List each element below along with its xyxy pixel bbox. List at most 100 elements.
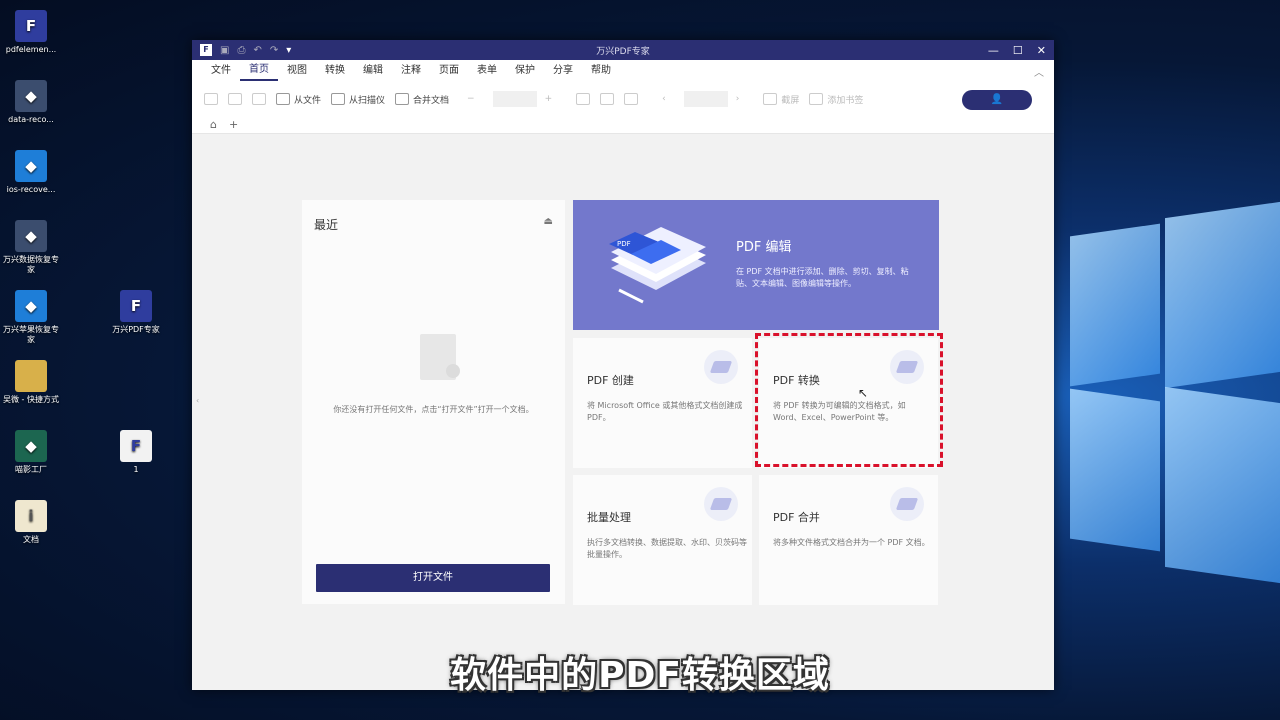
cursor-icon [204, 93, 218, 105]
menu-file[interactable]: 文件 [202, 60, 240, 82]
desktop-icon-label: 万兴苹果恢复专家 [3, 325, 59, 344]
menu-home[interactable]: 首页 [240, 61, 278, 81]
pdf-stack-illustration-icon: PDF [609, 227, 706, 304]
wondershare-data-recovery-icon: ◆ [15, 220, 47, 252]
pdf-create-title: PDF 创建 [587, 374, 634, 387]
pdf-create-desc: 将 Microsoft Office 或其他格式文档创建成 PDF。 [587, 401, 743, 422]
undo-icon[interactable]: ↶ [253, 45, 261, 56]
desktop-icon-label: pdfelemen... [5, 45, 57, 54]
svg-text:PDF: PDF [617, 240, 631, 248]
pdf-merge-desc: 将多种文件格式文档合并为一个 PDF 文档。 [773, 538, 930, 547]
desktop-icon-folder-shortcut[interactable]: 吴微 - 快捷方式 [0, 360, 62, 405]
desktop-icon-label: 1 [133, 465, 139, 474]
redo-icon[interactable]: ↷ [270, 45, 278, 56]
batch-process-icon [704, 487, 738, 521]
desktop-icon-documents[interactable]: i 文档 [0, 500, 62, 545]
desktop-icon-wondershare-data-recovery[interactable]: ◆ 万兴数据恢复专家 [0, 220, 62, 275]
pdfelement-icon: F [15, 10, 47, 42]
desktop-icon-pdf-file[interactable]: F 1 [105, 430, 167, 475]
windows-logo-background [1020, 180, 1280, 640]
folder-icon [276, 93, 290, 105]
desktop-icon-label: ios-recove... [6, 185, 56, 194]
empty-state-text: 你还没有打开任何文件，点击“打开文件”打开一个文档。 [333, 405, 534, 414]
batch-process-title: 批量处理 [587, 511, 631, 524]
app-window: F ▣ ⎙ ↶ ↷ ▾ 万兴PDF专家 — ☐ ✕ 文件 首页 视图 转换 编辑… [192, 40, 1054, 690]
pdf-create-card[interactable]: PDF 创建 将 Microsoft Office 或其他格式文档创建成 PDF… [573, 338, 752, 468]
pdf-merge-icon [890, 487, 924, 521]
from-file-button[interactable]: 从文件 [276, 93, 321, 106]
pdf-merge-title: PDF 合并 [773, 511, 820, 524]
menu-edit[interactable]: 编辑 [354, 60, 392, 82]
new-tab-button[interactable]: + [229, 118, 238, 131]
menu-convert[interactable]: 转换 [316, 60, 354, 82]
zoom-in-button[interactable]: + [545, 94, 553, 104]
data-recovery-icon: ◆ [15, 80, 47, 112]
zoom-out-button[interactable]: − [467, 94, 475, 104]
user-account-button[interactable]: 👤 [962, 90, 1032, 110]
merge-docs-button[interactable]: 合并文档 [395, 93, 449, 106]
edit-tool[interactable] [252, 93, 266, 105]
select-tool[interactable] [204, 93, 218, 105]
desktop-icon-ios-recovery[interactable]: ◆ ios-recove... [0, 150, 62, 195]
pdf-create-icon [704, 350, 738, 384]
rotate-button[interactable] [624, 93, 639, 105]
rotate-icon [624, 93, 639, 105]
quick-access-dropdown-icon[interactable]: ▾ [286, 45, 291, 56]
desktop-icon-label: 吴微 - 快捷方式 [3, 395, 59, 404]
page-number-input[interactable] [683, 91, 728, 107]
from-scanner-button[interactable]: 从扫描仪 [331, 93, 385, 106]
fit-width-icon [576, 93, 591, 105]
document-file-icon: i [15, 500, 47, 532]
clear-recent-icon[interactable]: ⏏ [544, 216, 553, 227]
menu-page[interactable]: 页面 [430, 60, 468, 82]
hand-tool[interactable] [228, 93, 242, 105]
print-icon[interactable]: ⎙ [237, 45, 245, 56]
menu-help[interactable]: 帮助 [582, 60, 620, 82]
batch-process-card[interactable]: 批量处理 执行多文档转换、数据提取、水印、贝茨码等批量操作。 [573, 475, 752, 605]
menu-protect[interactable]: 保护 [506, 60, 544, 82]
fit-page-icon [600, 93, 615, 105]
screenshot-button[interactable]: 截屏 [763, 93, 799, 106]
desktop-icon-data-recovery[interactable]: ◆ data-reco... [0, 80, 62, 125]
next-page-button[interactable]: › [736, 94, 740, 104]
close-button[interactable]: ✕ [1037, 44, 1046, 57]
from-scanner-label: 从扫描仪 [349, 95, 386, 106]
wondershare-ios-recovery-icon: ◆ [15, 290, 47, 322]
menu-form[interactable]: 表单 [468, 60, 506, 82]
prev-page-button[interactable]: ‹ [662, 94, 666, 104]
menu-view[interactable]: 视图 [278, 60, 316, 82]
desktop-icon-pdfelement[interactable]: F pdfelemen... [0, 10, 62, 55]
home-tab-icon[interactable]: ⌂ [210, 118, 217, 131]
desktop-icon-pdf-expert[interactable]: F 万兴PDF专家 [105, 290, 167, 335]
open-file-button[interactable]: 打开文件 [316, 564, 550, 592]
user-icon: 👤 [990, 94, 1004, 105]
video-subtitle: 软件中的PDF转换区域 [450, 655, 830, 696]
pdf-edit-desc: 在 PDF 文档中进行添加、删除、剪切、复制、粘贴、文本编辑、图像编辑等操作。 [736, 267, 909, 288]
fit-page-button[interactable] [600, 93, 615, 105]
add-bookmark-button[interactable]: 添加书签 [809, 93, 863, 106]
save-icon[interactable]: ▣ [220, 45, 229, 56]
pdf-edit-card[interactable]: PDF PDF 编辑 在 PDF 文档中进行添加、删除、剪切、复制、粘贴、文本编… [573, 200, 939, 330]
menu-comment[interactable]: 注释 [392, 60, 430, 82]
screenshot-label: 截屏 [781, 95, 800, 106]
desktop-icon-label: 文档 [23, 535, 39, 544]
toolbar: 从文件 从扫描仪 合并文档 − + ‹ › 截屏 添加书签 👤 [192, 82, 1054, 116]
zoom-select[interactable] [492, 91, 537, 107]
camera-icon [763, 93, 778, 105]
pdf-expert-icon: F [120, 290, 152, 322]
side-panel-toggle-icon[interactable]: ‹ [196, 396, 199, 405]
from-file-label: 从文件 [294, 95, 322, 106]
pdf-edit-title: PDF 编辑 [736, 240, 792, 255]
hand-icon [228, 93, 242, 105]
collapse-ribbon-icon[interactable]: ︿ [1034, 64, 1044, 79]
pdf-file-icon: F [120, 430, 152, 462]
maximize-button[interactable]: ☐ [1013, 44, 1023, 57]
desktop-icon-wondershare-ios-recovery[interactable]: ◆ 万兴苹果恢复专家 [0, 290, 62, 345]
mouse-cursor-icon: ↖ [858, 386, 869, 400]
fit-width-button[interactable] [576, 93, 591, 105]
pdf-merge-card[interactable]: PDF 合并 将多种文件格式文档合并为一个 PDF 文档。 [759, 475, 938, 605]
desktop-icon-filmora[interactable]: ◆ 喵影工厂 [0, 430, 62, 475]
desktop-icon-label: 万兴PDF专家 [112, 325, 160, 334]
menu-share[interactable]: 分享 [544, 60, 582, 82]
minimize-button[interactable]: — [988, 44, 999, 57]
